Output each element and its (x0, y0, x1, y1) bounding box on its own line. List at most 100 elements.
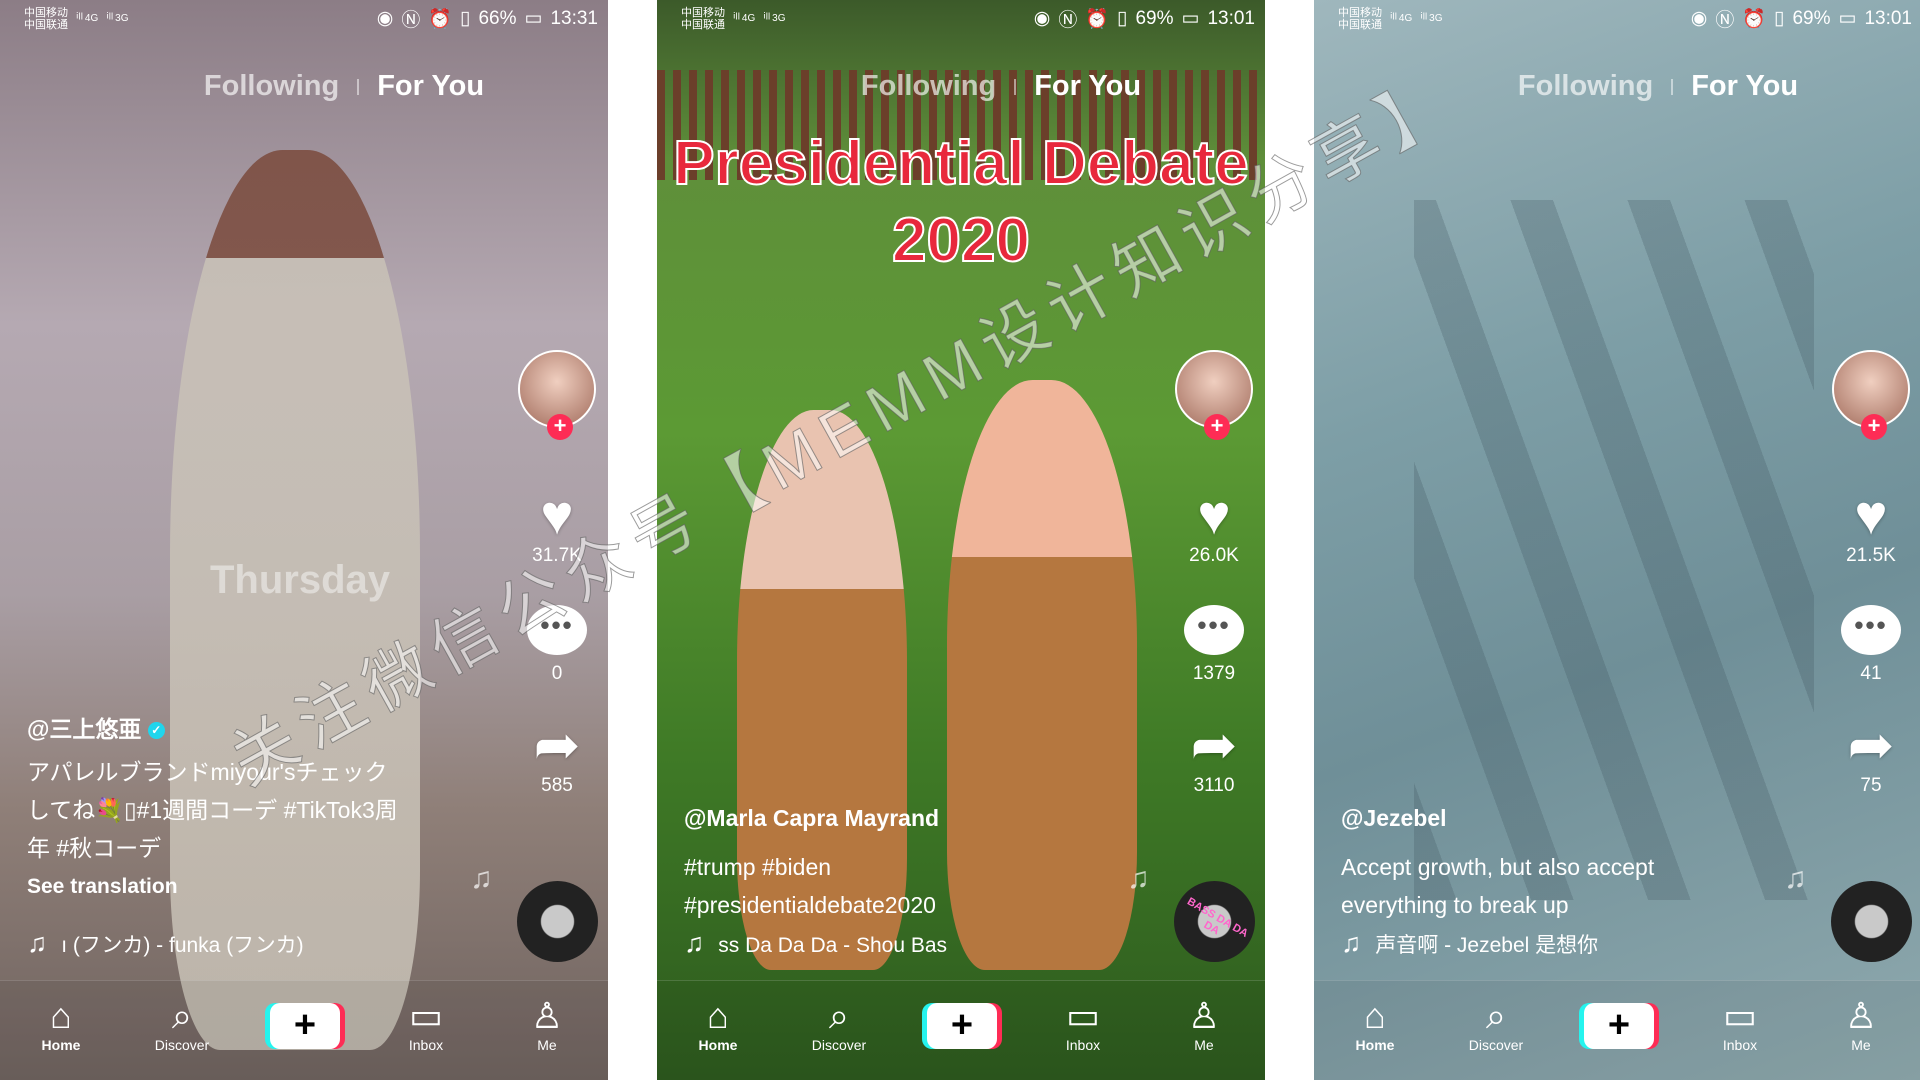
nav-discover[interactable]: ⌕ Discover (1456, 995, 1536, 1053)
caption-line: アパレルブランドmiyour'sチェック (27, 759, 388, 785)
signal-icon-2: ⁱˡˡ (1420, 10, 1428, 26)
nav-label: Me (537, 1037, 557, 1053)
music-disc[interactable] (1831, 881, 1912, 962)
home-icon: ⌂ (707, 995, 729, 1036)
search-icon: ⌕ (828, 995, 850, 1036)
eye-icon: ◉ (1690, 8, 1708, 29)
video-panel[interactable]: Thursday 中国移动 中国联通 ⁱˡˡ 4G ⁱˡˡ 3G ◉ Ⓝ ⏰ ▯ 66% ▭ 13:31 F… (0, 0, 608, 1080)
caption-line: #trump #biden (684, 854, 832, 880)
network-type-1: 4G (1398, 13, 1413, 24)
nav-label: Inbox (408, 1037, 444, 1053)
music-note-icon: ♫ (27, 928, 48, 958)
comment-icon: ••• (527, 605, 587, 655)
tab-following[interactable]: Following (861, 70, 996, 103)
music-disc[interactable]: BASS DA DA DA (1174, 881, 1255, 962)
creator-avatar[interactable]: + (518, 350, 596, 440)
disc-label: BASS DA DA DA (1185, 895, 1250, 941)
nav-discover[interactable]: ⌕ Discover (799, 995, 879, 1053)
video-panel[interactable]: 中国移动 中国联通 ⁱˡˡ 4G ⁱˡˡ 3G ◉ Ⓝ ⏰ ▯ 69% ▭ 13:01 Following… (1314, 0, 1920, 1080)
nfc-icon: Ⓝ (1715, 10, 1735, 31)
music-info[interactable]: ♫ 声音啊 - Jezebel 是想你 (1341, 928, 1598, 959)
nav-inbox[interactable]: ▭ Inbox (1700, 995, 1780, 1053)
nav-me[interactable]: ♙ Me (1164, 995, 1244, 1053)
video-panel[interactable]: Presidential Debate 2020 中国移动 中国联通 ⁱˡˡ 4G ⁱˡˡ 3… (657, 0, 1265, 1080)
nav-home[interactable]: ⌂ Home (678, 995, 758, 1053)
caption-line: #presidentialdebate2020 (684, 892, 936, 918)
share-count: 75 (1860, 775, 1882, 796)
music-info[interactable]: ♫ ı (フンカ) - funka (フンカ) (27, 928, 304, 959)
nav-inbox[interactable]: ▭ Inbox (386, 995, 466, 1053)
music-note-icon: ♫ (470, 862, 493, 895)
creator-avatar[interactable]: + (1175, 350, 1253, 440)
share-button[interactable]: ➦ 585 (522, 715, 592, 797)
username-text: @Jezebel (1341, 805, 1447, 831)
comment-button[interactable]: ••• 41 (1836, 600, 1906, 685)
create-button[interactable]: + (270, 1003, 340, 1049)
nav-home[interactable]: ⌂ Home (21, 995, 101, 1053)
music-info[interactable]: ♫ ss Da Da Da - Shou Bas (684, 928, 947, 959)
username[interactable]: @三上悠亜 ✓ (27, 710, 165, 744)
tab-for-you[interactable]: For You (1034, 70, 1141, 103)
battery-percent: 66% (478, 7, 517, 29)
create-button[interactable]: + (1584, 1003, 1654, 1049)
signal-icon-1: ⁱˡˡ (1390, 10, 1397, 26)
follow-plus-icon[interactable]: + (547, 414, 573, 440)
music-disc[interactable] (517, 881, 598, 962)
heart-icon: ♥ (1854, 483, 1888, 546)
comment-button[interactable]: ••• 1379 (1179, 600, 1249, 685)
battery-icon: ▭ (1181, 8, 1200, 29)
video-title-line2: 2020 (891, 205, 1031, 276)
alarm-icon: ⏰ (1742, 8, 1766, 30)
thursday-overlay-text: Thursday (210, 558, 391, 602)
eye-icon: ◉ (376, 8, 394, 29)
vibrate-icon: ▯ (1774, 8, 1785, 29)
nav-discover[interactable]: ⌕ Discover (142, 995, 222, 1053)
comment-button[interactable]: ••• 0 (522, 600, 592, 685)
like-button[interactable]: ♥ 21.5K (1836, 485, 1906, 567)
search-icon: ⌕ (171, 995, 193, 1036)
battery-icon: ▭ (1838, 8, 1857, 29)
nfc-icon: Ⓝ (1058, 10, 1078, 31)
caption-line: Accept growth, but also accept (1341, 854, 1655, 880)
bottom-nav: ⌂ Home ⌕ Discover + ▭ Inbox ♙ Me (0, 980, 608, 1080)
username[interactable]: @Marla Capra Mayrand (684, 805, 939, 832)
share-icon: ➦ (1847, 713, 1895, 776)
nav-label: Home (1355, 1037, 1395, 1053)
share-button[interactable]: ➦ 3110 (1179, 715, 1249, 797)
status-bar: 中国移动 中国联通 ⁱˡˡ 4G ⁱˡˡ 3G ◉ Ⓝ ⏰ ▯ 69% ▭ 13:01 (657, 0, 1265, 37)
tab-following[interactable]: Following (204, 70, 339, 103)
see-translation-link[interactable]: See translation (27, 875, 178, 899)
vibrate-icon: ▯ (1117, 8, 1128, 29)
follow-plus-icon[interactable]: + (1204, 414, 1230, 440)
caption: アパレルブランドmiyour'sチェック してね💐▯#1週間コーデ #TikTok… (27, 753, 457, 867)
tab-for-you[interactable]: For You (1691, 70, 1798, 103)
status-bar: 中国移动 中国联通 ⁱˡˡ 4G ⁱˡˡ 3G ◉ Ⓝ ⏰ ▯ 66% ▭ 13:31 (0, 0, 608, 37)
heart-icon: ♥ (540, 483, 574, 546)
follow-plus-icon[interactable]: + (1861, 414, 1887, 440)
alarm-icon: ⏰ (1085, 8, 1109, 30)
creator-avatar[interactable]: + (1832, 350, 1910, 440)
nav-me[interactable]: ♙ Me (507, 995, 587, 1053)
clock-time: 13:01 (1207, 7, 1255, 29)
comment-icon: ••• (1184, 605, 1244, 655)
carrier-names: 中国移动 中国联通 (24, 7, 68, 31)
tab-for-you[interactable]: For You (377, 70, 484, 103)
signal-icon-1: ⁱˡˡ (76, 10, 83, 26)
signal-icon-2: ⁱˡˡ (106, 10, 114, 26)
feed-tabs: Following For You (0, 70, 608, 103)
like-button[interactable]: ♥ 31.7K (522, 485, 592, 567)
caption-line: 年 #秋コーデ (27, 835, 162, 861)
network-type-2: 3G (1429, 13, 1443, 24)
status-right: ◉ Ⓝ ⏰ ▯ 69% ▭ 13:01 (1691, 5, 1912, 32)
nav-home[interactable]: ⌂ Home (1335, 995, 1415, 1053)
create-button[interactable]: + (927, 1003, 997, 1049)
share-button[interactable]: ➦ 75 (1836, 715, 1906, 797)
like-button[interactable]: ♥ 26.0K (1179, 485, 1249, 567)
music-title: ss Da Da Da - Shou Bas (718, 934, 948, 957)
nav-inbox[interactable]: ▭ Inbox (1043, 995, 1123, 1053)
nav-me[interactable]: ♙ Me (1821, 995, 1901, 1053)
tab-following[interactable]: Following (1518, 70, 1653, 103)
status-right: ◉ Ⓝ ⏰ ▯ 66% ▭ 13:31 (377, 5, 598, 32)
home-icon: ⌂ (1364, 995, 1386, 1036)
username[interactable]: @Jezebel (1341, 805, 1447, 832)
